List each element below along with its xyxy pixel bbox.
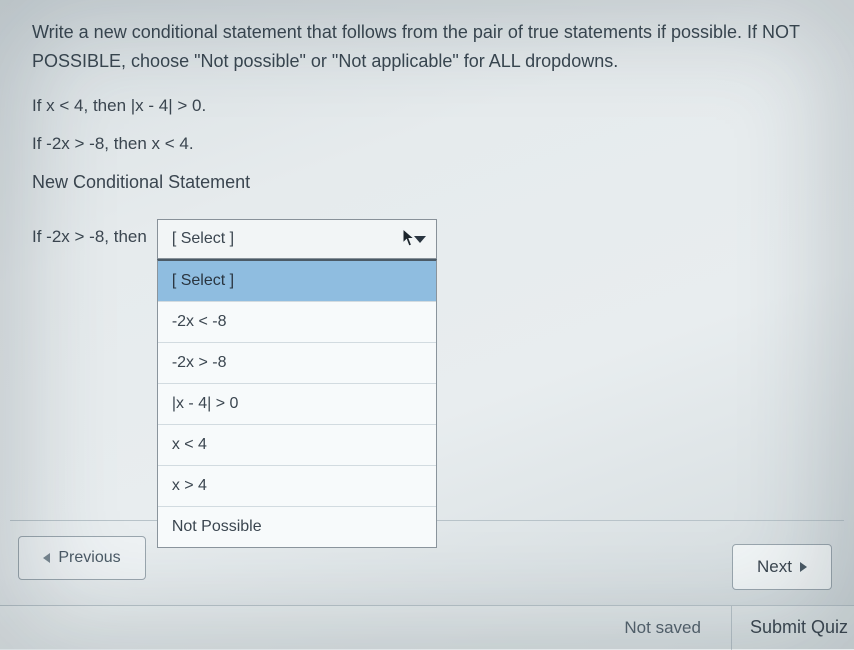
submit-label: Submit Quiz — [750, 617, 848, 638]
chevron-left-icon — [43, 553, 50, 563]
next-label: Next — [757, 557, 792, 577]
previous-button[interactable]: Previous — [18, 536, 146, 580]
submit-quiz-button[interactable]: Submit Quiz — [731, 606, 854, 650]
option-neg2x-gt-neg8[interactable]: -2x > -8 — [158, 343, 436, 384]
option-neg2x-lt-neg8[interactable]: -2x < -8 — [158, 302, 436, 343]
option-select-placeholder[interactable]: [ Select ] — [158, 261, 436, 302]
given-statement-1: If x < 4, then |x - 4| > 0. — [32, 96, 818, 116]
option-not-possible[interactable]: Not Possible — [158, 507, 436, 547]
select-dropdown: [ Select ] -2x < -8 -2x > -8 |x - 4| > 0… — [157, 259, 437, 548]
save-status: Not saved — [624, 618, 701, 638]
given-statement-2: If -2x > -8, then x < 4. — [32, 134, 818, 154]
conclusion-select[interactable]: [ Select ] [ Select ] -2x < -8 -2x > -8 … — [157, 219, 437, 259]
select-current-value: [ Select ] — [172, 230, 234, 248]
combo-caret — [414, 230, 426, 248]
chevron-down-icon — [414, 236, 426, 243]
option-x-lt-4[interactable]: x < 4 — [158, 425, 436, 466]
conditional-prefix: If -2x > -8, then — [32, 219, 147, 247]
answer-row: If -2x > -8, then [ Select ] [ Select ] … — [32, 219, 818, 259]
option-abs-x-minus-4-gt-0[interactable]: |x - 4| > 0 — [158, 384, 436, 425]
next-button[interactable]: Next — [732, 544, 832, 590]
question-panel: Write a new conditional statement that f… — [10, 0, 840, 259]
option-x-gt-4[interactable]: x > 4 — [158, 466, 436, 507]
select-display[interactable]: [ Select ] — [157, 219, 437, 259]
section-label: New Conditional Statement — [32, 172, 818, 193]
footer-bar: Not saved Submit Quiz — [0, 605, 854, 649]
previous-label: Previous — [58, 549, 120, 567]
chevron-right-icon — [800, 562, 807, 572]
instructions-text: Write a new conditional statement that f… — [32, 18, 818, 76]
